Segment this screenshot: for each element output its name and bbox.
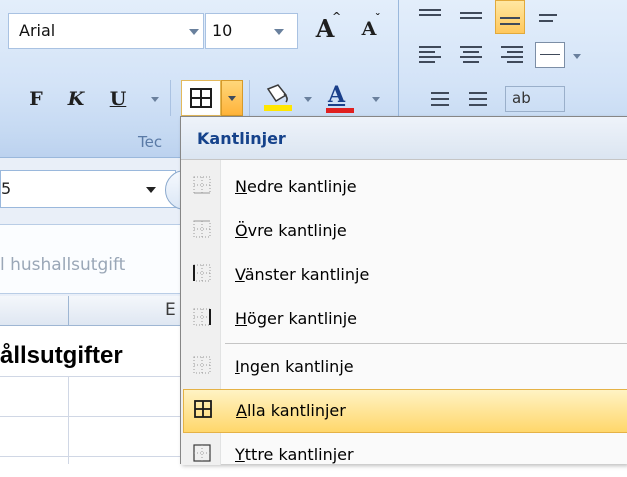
menu-item-label: Alla kantlinjer [236, 401, 346, 420]
menu-item-label: Övre kantlinje [235, 221, 347, 240]
menu-item-bottom-border[interactable]: Nedre kantlinje [181, 165, 627, 209]
bold-button[interactable]: F [22, 84, 50, 114]
outside-borders-icon [193, 444, 211, 462]
borders-menu: Kantlinjer Nedre kantlinje Övre kantlinj… [180, 116, 627, 465]
merge-dropdown-icon[interactable] [573, 54, 581, 59]
chevron-down-icon [189, 29, 199, 35]
shrink-font-button[interactable]: Aˇ [350, 12, 388, 52]
fill-color-button[interactable] [256, 80, 300, 116]
text-orientation-button[interactable]: ab [505, 86, 565, 112]
chevron-down-icon [274, 29, 284, 35]
column-letter: E [165, 300, 176, 320]
angle-text-icon: ab [512, 89, 531, 107]
italic-icon: K [67, 88, 85, 110]
paint-bucket-icon [264, 84, 292, 111]
font-size-value: 10 [212, 21, 233, 40]
cell-title: ållsutgifter [0, 342, 123, 369]
font-name-select[interactable]: Arial [8, 13, 204, 49]
menu-item-all-borders[interactable]: Alla kantlinjer [183, 389, 627, 433]
borders-dropdown-button[interactable] [221, 80, 243, 116]
name-box[interactable]: 5 [0, 170, 176, 208]
menu-item-left-border[interactable]: Vänster kantlinje [181, 253, 627, 297]
menu-item-label: Yttre kantlinjer [235, 445, 354, 464]
menu-item-label: Höger kantlinje [235, 309, 358, 328]
merge-center-button[interactable] [535, 42, 565, 68]
decrease-indent-button[interactable] [423, 88, 453, 114]
group-label-font: Tec [138, 133, 163, 151]
menu-item-label: Ingen kantlinje [235, 357, 354, 376]
all-borders-icon [190, 88, 212, 108]
font-color-dropdown-icon[interactable] [372, 97, 380, 102]
align-center-button[interactable] [456, 42, 486, 68]
align-top-button[interactable] [415, 4, 445, 30]
all-borders-icon [194, 400, 212, 418]
align-bottom-button[interactable] [495, 0, 525, 34]
underline-dropdown-icon[interactable] [151, 97, 159, 102]
menu-separator [225, 343, 627, 344]
top-border-icon [193, 220, 211, 238]
menu-item-label: Vänster kantlinje [235, 265, 370, 284]
menu-item-no-border[interactable]: Ingen kantlinje [181, 345, 627, 389]
column-header[interactable]: E [0, 296, 182, 326]
orientation-button[interactable] [535, 4, 565, 30]
font-color-swatch [326, 108, 354, 113]
right-border-icon [193, 308, 211, 326]
left-border-icon [193, 264, 211, 282]
align-left-button[interactable] [415, 42, 445, 68]
separator [170, 80, 171, 116]
chevron-down-icon [228, 96, 236, 101]
align-middle-button[interactable] [456, 4, 486, 30]
menu-item-top-border[interactable]: Övre kantlinje [181, 209, 627, 253]
align-right-button[interactable] [497, 42, 527, 68]
bold-icon: F [29, 88, 43, 110]
bottom-border-icon [193, 176, 211, 194]
menu-item-outside-borders[interactable]: Yttre kantlinjer [181, 433, 627, 477]
menu-header: Kantlinjer [181, 117, 627, 160]
italic-button[interactable]: K [62, 84, 90, 114]
caret-up-icon: ^ [332, 10, 342, 23]
underline-button[interactable]: U [104, 84, 132, 114]
borders-button[interactable] [181, 80, 221, 116]
chevron-down-icon [146, 187, 156, 193]
formula-bar[interactable]: l hushallsutgift [0, 224, 182, 294]
menu-header-title: Kantlinjer [197, 129, 286, 148]
fill-color-dropdown-icon[interactable] [304, 97, 312, 102]
menu-item-right-border[interactable]: Höger kantlinje [181, 297, 627, 341]
menu-item-label: Nedre kantlinje [235, 177, 357, 196]
no-border-icon [193, 356, 211, 374]
separator [249, 80, 250, 116]
formula-bar-text: l hushallsutgift [0, 255, 126, 275]
font-name-value: Arial [19, 21, 56, 40]
caret-down-icon: ˇ [375, 12, 381, 25]
name-box-value: 5 [1, 179, 12, 198]
font-color-icon: A [328, 82, 346, 108]
font-size-select[interactable]: 10 [205, 13, 298, 49]
underline-icon: U [109, 88, 127, 110]
font-color-button[interactable]: A [320, 80, 360, 116]
increase-indent-button[interactable] [461, 88, 491, 114]
grow-font-button[interactable]: A ^ [306, 10, 344, 48]
